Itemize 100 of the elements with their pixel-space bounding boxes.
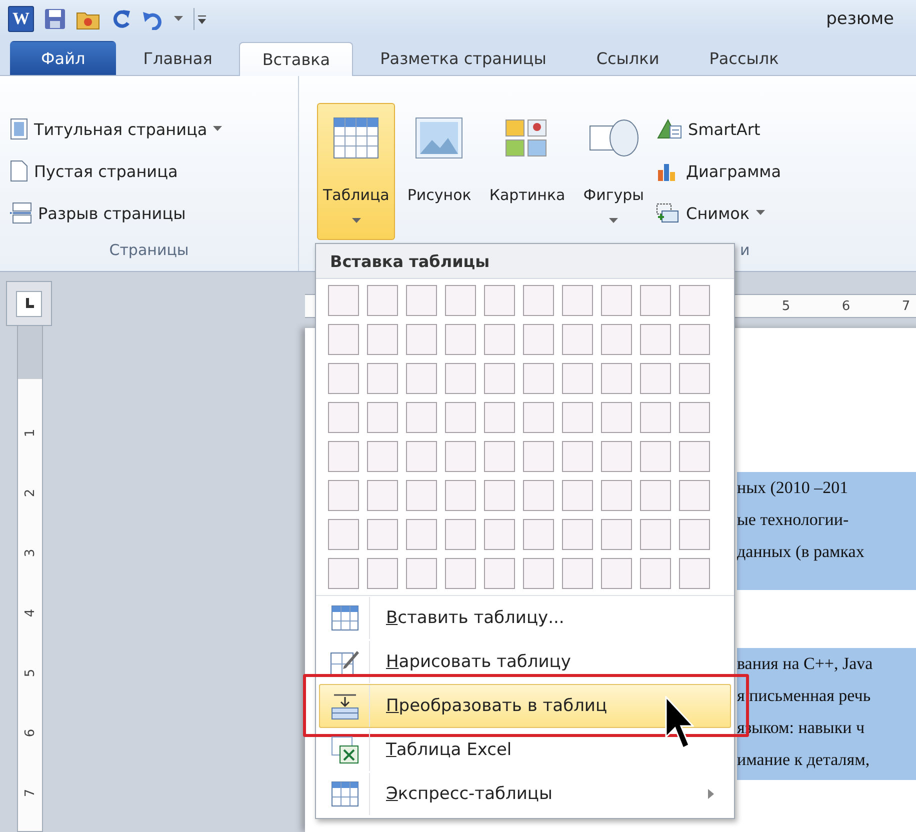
grid-cell[interactable]: [679, 285, 710, 316]
menu-item[interactable]: Вставить таблицу...: [319, 596, 731, 640]
grid-cell[interactable]: [445, 402, 476, 433]
grid-cell[interactable]: [640, 558, 671, 589]
ribbon-button[interactable]: Пустая страница: [10, 150, 298, 192]
grid-cell[interactable]: [523, 480, 554, 511]
grid-cell[interactable]: [328, 324, 359, 355]
menu-item[interactable]: Экспресс-таблицы: [319, 772, 731, 816]
grid-cell[interactable]: [406, 324, 437, 355]
grid-cell[interactable]: [445, 519, 476, 550]
ribbon-button[interactable]: Рисунок: [401, 103, 478, 240]
grid-cell[interactable]: [562, 480, 593, 511]
grid-cell[interactable]: [367, 441, 398, 472]
grid-cell[interactable]: [445, 480, 476, 511]
grid-cell[interactable]: [484, 324, 515, 355]
grid-cell[interactable]: [523, 285, 554, 316]
grid-cell[interactable]: [523, 363, 554, 394]
grid-cell[interactable]: [328, 402, 359, 433]
ribbon-tab[interactable]: Ссылки: [573, 41, 682, 75]
grid-cell[interactable]: [523, 402, 554, 433]
grid-cell[interactable]: [601, 363, 632, 394]
grid-cell[interactable]: [445, 441, 476, 472]
ribbon-button[interactable]: Диаграмма: [656, 150, 786, 192]
customize-icon[interactable]: [193, 8, 207, 30]
grid-cell[interactable]: [601, 519, 632, 550]
grid-cell[interactable]: [367, 519, 398, 550]
grid-cell[interactable]: [601, 285, 632, 316]
grid-cell[interactable]: [640, 480, 671, 511]
file-tab[interactable]: Файл: [10, 41, 116, 75]
grid-cell[interactable]: [445, 363, 476, 394]
grid-cell[interactable]: [523, 441, 554, 472]
grid-cell[interactable]: [367, 363, 398, 394]
grid-cell[interactable]: [484, 285, 515, 316]
grid-cell[interactable]: [562, 441, 593, 472]
grid-cell[interactable]: [679, 480, 710, 511]
grid-cell[interactable]: [328, 558, 359, 589]
grid-cell[interactable]: [328, 480, 359, 511]
grid-cell[interactable]: [601, 558, 632, 589]
grid-cell[interactable]: [562, 519, 593, 550]
grid-cell[interactable]: [367, 480, 398, 511]
grid-cell[interactable]: [367, 402, 398, 433]
grid-cell[interactable]: [640, 324, 671, 355]
grid-cell[interactable]: [445, 285, 476, 316]
grid-cell[interactable]: [406, 402, 437, 433]
grid-cell[interactable]: [367, 285, 398, 316]
grid-cell[interactable]: [679, 519, 710, 550]
grid-cell[interactable]: [679, 558, 710, 589]
grid-cell[interactable]: [601, 480, 632, 511]
grid-cell[interactable]: [640, 441, 671, 472]
grid-cell[interactable]: [562, 402, 593, 433]
grid-cell[interactable]: [601, 441, 632, 472]
grid-cell[interactable]: [562, 363, 593, 394]
grid-cell[interactable]: [406, 480, 437, 511]
ribbon-button[interactable]: Картинка: [483, 103, 572, 240]
ribbon-button[interactable]: Фигуры: [577, 103, 650, 240]
grid-cell[interactable]: [562, 558, 593, 589]
grid-cell[interactable]: [562, 285, 593, 316]
menu-item[interactable]: Нарисовать таблицу: [319, 640, 731, 684]
ribbon-button[interactable]: Таблица: [317, 103, 396, 240]
grid-cell[interactable]: [562, 324, 593, 355]
grid-cell[interactable]: [640, 363, 671, 394]
grid-cell[interactable]: [640, 285, 671, 316]
grid-cell[interactable]: [679, 441, 710, 472]
grid-cell[interactable]: [679, 402, 710, 433]
grid-cell[interactable]: [484, 402, 515, 433]
grid-cell[interactable]: [406, 519, 437, 550]
grid-cell[interactable]: [328, 519, 359, 550]
grid-cell[interactable]: [406, 441, 437, 472]
grid-cell[interactable]: [523, 558, 554, 589]
menu-item[interactable]: Таблица Excel: [319, 728, 731, 772]
grid-cell[interactable]: [406, 558, 437, 589]
grid-cell[interactable]: [406, 285, 437, 316]
grid-cell[interactable]: [328, 441, 359, 472]
grid-cell[interactable]: [601, 402, 632, 433]
grid-cell[interactable]: [328, 363, 359, 394]
ribbon-tab[interactable]: Вставка: [239, 42, 354, 76]
grid-cell[interactable]: [484, 363, 515, 394]
grid-cell[interactable]: [445, 558, 476, 589]
grid-cell[interactable]: [484, 480, 515, 511]
grid-cell[interactable]: [679, 324, 710, 355]
ribbon-tab[interactable]: Главная: [120, 41, 236, 75]
grid-cell[interactable]: [484, 558, 515, 589]
ribbon-button[interactable]: Снимок: [656, 192, 786, 234]
grid-cell[interactable]: [484, 519, 515, 550]
grid-cell[interactable]: [367, 324, 398, 355]
grid-cell[interactable]: [406, 363, 437, 394]
ribbon-button[interactable]: SmartArt: [656, 108, 786, 150]
grid-cell[interactable]: [367, 558, 398, 589]
grid-cell[interactable]: [640, 519, 671, 550]
ribbon-tab[interactable]: Разметка страницы: [357, 41, 570, 75]
grid-cell[interactable]: [484, 441, 515, 472]
menu-item[interactable]: Преобразовать в таблиц: [319, 684, 731, 728]
ribbon-button[interactable]: Титульная страница: [10, 108, 298, 150]
ribbon-button[interactable]: Разрыв страницы: [10, 192, 298, 234]
grid-cell[interactable]: [601, 324, 632, 355]
ribbon-tab[interactable]: Рассылк: [686, 41, 802, 75]
grid-cell[interactable]: [328, 285, 359, 316]
save-icon[interactable]: [44, 8, 66, 30]
grid-cell[interactable]: [523, 519, 554, 550]
grid-cell[interactable]: [679, 363, 710, 394]
